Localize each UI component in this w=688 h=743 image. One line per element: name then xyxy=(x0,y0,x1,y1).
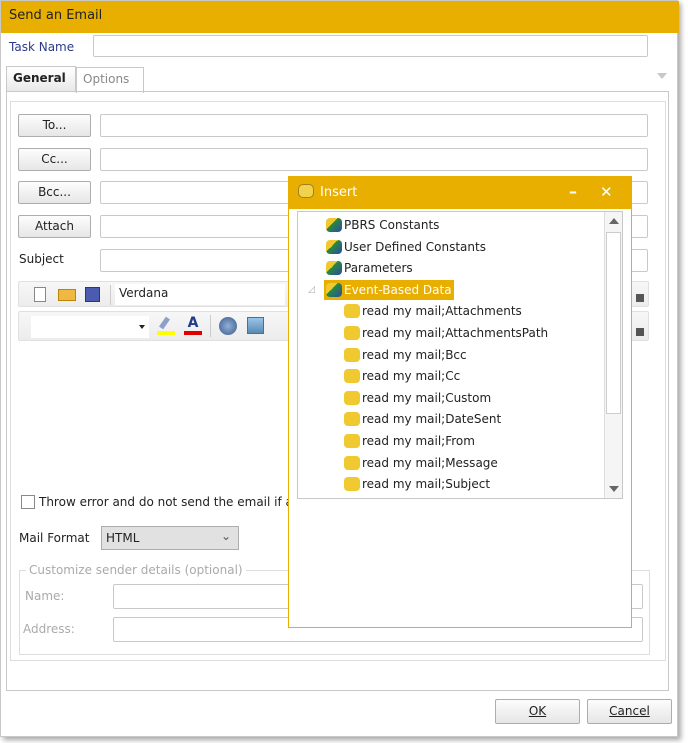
field-puzzle-icon xyxy=(344,412,360,427)
highlight-icon[interactable] xyxy=(157,316,175,335)
dropdown-arrow-icon[interactable] xyxy=(139,325,145,329)
tree-item-label: read my mail;Custom xyxy=(362,390,492,405)
tree-item-label: read my mail;Bcc xyxy=(362,347,467,362)
font-name-select[interactable]: Verdana xyxy=(115,284,285,305)
field-puzzle-icon xyxy=(344,434,360,448)
cc-button[interactable]: Cc... xyxy=(18,148,91,171)
throw-error-label: Throw error and do not send the email if… xyxy=(39,495,310,509)
tree-item[interactable]: Parameters xyxy=(324,258,415,278)
field-puzzle-icon xyxy=(344,347,360,362)
to-input[interactable] xyxy=(100,114,648,137)
tree-item-label: read my mail;DateSent xyxy=(362,412,502,427)
save-icon[interactable] xyxy=(85,287,100,302)
task-name-input[interactable] xyxy=(93,35,648,57)
toolbar-overflow-icon[interactable] xyxy=(636,328,644,336)
bcc-button[interactable]: Bcc... xyxy=(18,181,91,204)
folder-puzzle-icon xyxy=(326,261,342,276)
tree-item-label: PBRS Constants xyxy=(344,218,440,232)
toolbar-overflow-icon[interactable] xyxy=(636,294,644,302)
mail-format-value: HTML xyxy=(106,531,140,545)
cc-input[interactable] xyxy=(100,148,648,171)
folder-puzzle-icon xyxy=(326,282,342,297)
attach-button[interactable]: Attach xyxy=(18,215,91,238)
font-color-icon[interactable]: A xyxy=(184,315,202,335)
scrollbar-thumb[interactable] xyxy=(606,232,621,414)
tree-item[interactable]: read my mail;Cc xyxy=(342,366,462,386)
tree-item[interactable]: read my mail;Custom xyxy=(342,388,493,408)
tree-item-label: Event-Based Data xyxy=(344,282,452,297)
folder-puzzle-icon xyxy=(326,218,342,232)
insert-dialog-titlebar: Insert xyxy=(289,177,631,209)
puzzle-icon xyxy=(298,184,314,198)
to-button[interactable]: To... xyxy=(18,114,91,137)
field-puzzle-icon xyxy=(344,304,360,319)
field-puzzle-icon xyxy=(344,477,360,492)
mail-format-select[interactable]: HTML ⌄ xyxy=(101,526,239,550)
scroll-up-icon[interactable] xyxy=(609,218,619,224)
tree-item-label: read my mail;Cc xyxy=(362,369,461,384)
tree-item[interactable]: User Defined Constants xyxy=(324,237,488,257)
tree-item[interactable]: read my mail;Bcc xyxy=(342,345,469,365)
mail-format-label: Mail Format xyxy=(19,531,90,545)
tree-item[interactable]: PBRS Constants xyxy=(324,215,441,235)
tree-item-label: read my mail;Attachments xyxy=(362,304,522,319)
throw-error-checkbox[interactable] xyxy=(21,495,35,509)
field-puzzle-icon xyxy=(344,369,360,384)
insert-tree: PBRS Constants User Defined Constants Para… xyxy=(297,211,623,499)
image-icon[interactable] xyxy=(247,317,264,334)
tree-item[interactable]: read my mail;Attachments xyxy=(342,301,524,321)
font-size-select[interactable] xyxy=(31,316,149,338)
open-folder-icon[interactable] xyxy=(58,289,76,301)
tree-item[interactable]: read my mail;Subject xyxy=(342,474,492,494)
tree-item-label: read my mail;Message xyxy=(362,455,498,470)
tree-item[interactable]: read my mail;DateSent xyxy=(342,409,503,429)
ok-button[interactable]: OK xyxy=(495,699,580,724)
tree-item-label: User Defined Constants xyxy=(344,239,486,254)
tree-item-label: Parameters xyxy=(344,261,413,276)
address-label: Address: xyxy=(23,622,75,636)
toolbar-separator xyxy=(110,285,111,305)
cancel-button[interactable]: Cancel xyxy=(587,699,672,724)
field-puzzle-icon xyxy=(344,390,360,405)
tree-item-label: read my mail;From xyxy=(362,434,475,448)
tab-general[interactable]: General xyxy=(6,66,76,92)
new-document-icon[interactable] xyxy=(34,287,46,302)
close-button[interactable]: ✕ xyxy=(600,183,613,201)
toolbar-separator xyxy=(210,315,211,337)
chevron-down-icon[interactable] xyxy=(657,73,667,79)
tab-options[interactable]: Options xyxy=(76,67,144,93)
field-puzzle-icon xyxy=(344,455,360,470)
name-label: Name: xyxy=(25,589,65,603)
tree-item[interactable]: read my mail;From xyxy=(342,431,477,451)
sender-legend: Customize sender details (optional) xyxy=(26,563,246,577)
expand-icon[interactable]: ◿ xyxy=(308,280,315,300)
minimize-button[interactable]: – xyxy=(569,182,577,201)
tree-item[interactable]: read my mail;Message xyxy=(342,453,500,473)
hyperlink-icon[interactable] xyxy=(219,317,237,335)
tree-scrollbar[interactable] xyxy=(604,212,622,498)
window-title: Send an Email xyxy=(1,1,679,33)
tree-item-label: read my mail;AttachmentsPath xyxy=(362,326,549,340)
chevron-down-icon: ⌄ xyxy=(220,529,231,543)
insert-dialog: Insert – ✕ PBRS Constants User Defined Co… xyxy=(288,176,632,628)
field-puzzle-icon xyxy=(344,326,360,340)
task-name-label: Task Name xyxy=(9,40,75,54)
tree-item[interactable]: read my mail;AttachmentsPath xyxy=(342,323,550,343)
folder-puzzle-icon xyxy=(326,239,342,254)
tree-item-label: read my mail;Subject xyxy=(362,477,491,492)
tree-item[interactable]: Event-Based Data xyxy=(324,279,454,300)
scroll-down-icon[interactable] xyxy=(609,486,619,492)
subject-label: Subject xyxy=(19,252,64,266)
insert-title: Insert xyxy=(320,185,358,200)
